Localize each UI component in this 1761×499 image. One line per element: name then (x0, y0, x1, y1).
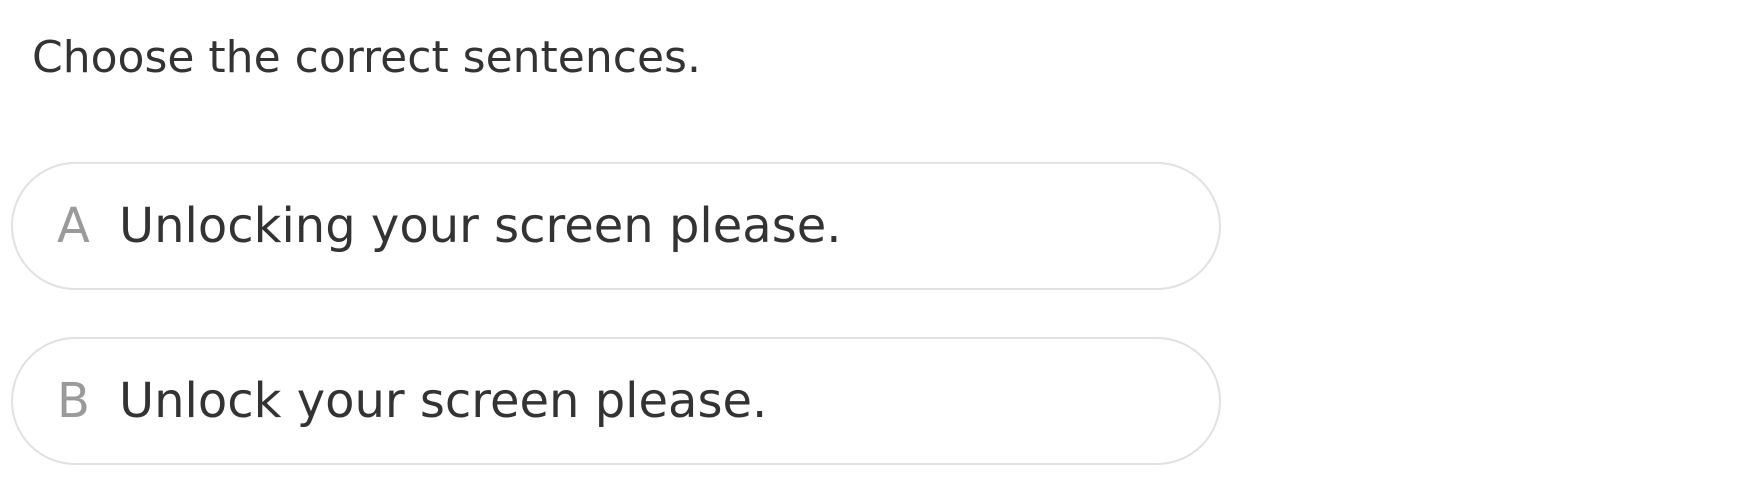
question-prompt: Choose the correct sentences. (32, 32, 701, 83)
answer-option-b[interactable]: B Unlock your screen please. (11, 337, 1221, 465)
answer-option-a[interactable]: A Unlocking your screen please. (11, 162, 1221, 290)
option-letter: A (57, 198, 90, 254)
option-text: Unlocking your screen please. (119, 198, 842, 254)
option-letter: B (57, 373, 90, 429)
option-text: Unlock your screen please. (119, 373, 768, 429)
